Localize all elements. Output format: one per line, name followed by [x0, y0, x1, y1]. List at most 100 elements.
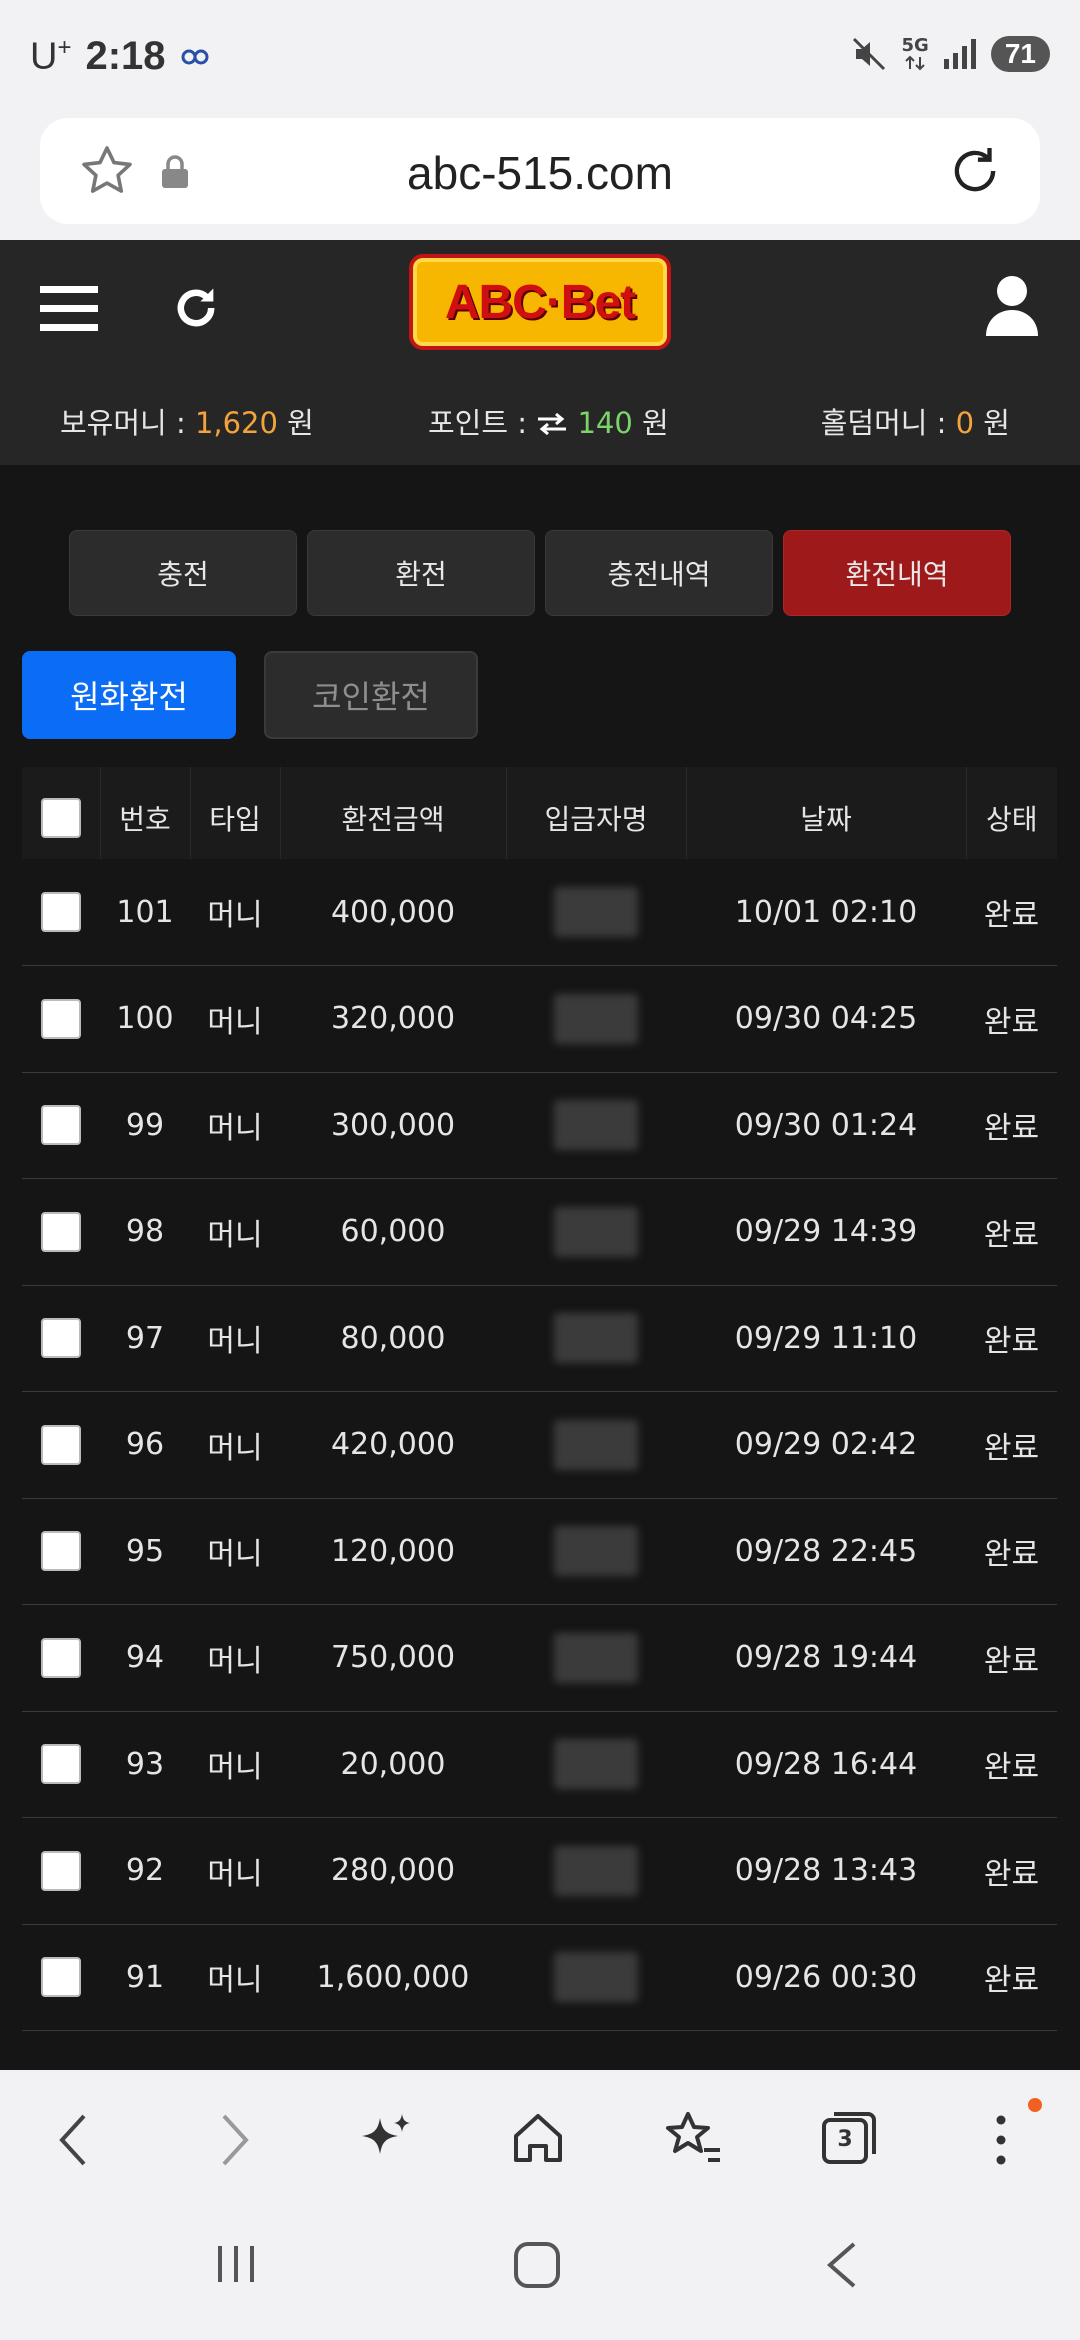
- row-status: 완료: [983, 1430, 1040, 1466]
- row-checkbox[interactable]: [41, 1850, 81, 1891]
- row-status: 완료: [983, 1004, 1040, 1040]
- row-status: 완료: [983, 1217, 1040, 1253]
- row-date: 09/26 00:30: [734, 1959, 918, 1995]
- row-checkbox[interactable]: [41, 1744, 81, 1785]
- row-date: 09/30 04:25: [734, 1001, 918, 1037]
- redacted-name: [554, 1419, 638, 1470]
- status-bar: U+ 2:18 5G 71: [0, 0, 1080, 118]
- tab-deposit[interactable]: 충전: [69, 530, 297, 616]
- recents-icon[interactable]: [212, 2240, 260, 2288]
- exchange-icon[interactable]: [536, 412, 568, 436]
- checkbox-cell: [22, 1498, 100, 1605]
- data-arrows-icon: [905, 55, 925, 71]
- subtab-won-withdraw[interactable]: 원화환전: [22, 651, 236, 739]
- table-row: 98 머니 60,000 09/29 14:39 완료: [22, 1179, 1057, 1286]
- user-icon[interactable]: [984, 274, 1040, 338]
- row-status: 완료: [983, 898, 1040, 933]
- checkbox-cell: [22, 1605, 100, 1712]
- address-bar[interactable]: abc-515.com: [40, 118, 1040, 224]
- site-logo[interactable]: ABC·Bet: [409, 254, 671, 350]
- tab-deposit-history[interactable]: 충전내역: [545, 530, 773, 616]
- bookmark-icon[interactable]: [664, 2110, 724, 2166]
- header-amount: 환전금액: [280, 767, 507, 859]
- back-icon[interactable]: [54, 2110, 94, 2170]
- withdraw-history-table: 번호 타입 환전금액 입금자명 날짜 상태 101 머니 400,000 10/01 …: [22, 767, 1057, 2031]
- row-status: 완료: [983, 1963, 1040, 1999]
- tab-withdraw-history[interactable]: 환전내역: [783, 530, 1011, 616]
- row-type: 머니: [207, 1963, 263, 1999]
- row-depositor: [506, 1605, 686, 1712]
- checkbox-cell: [22, 859, 100, 966]
- row-type: 머니: [207, 1856, 263, 1892]
- row-amount: 750,000: [330, 1640, 456, 1676]
- row-date: 09/28 19:44: [734, 1640, 918, 1676]
- row-checkbox[interactable]: [41, 892, 81, 932]
- network-indicator: 5G: [902, 37, 929, 71]
- row-date: 09/30 01:24: [734, 1107, 918, 1143]
- home-button-icon[interactable]: [512, 2240, 562, 2290]
- subtab-coin-withdraw[interactable]: 코인환전: [264, 651, 478, 739]
- sparkle-icon[interactable]: [358, 2110, 414, 2166]
- row-amount: 400,000: [330, 894, 456, 930]
- checkbox-cell: [22, 1285, 100, 1392]
- system-back-icon[interactable]: [822, 2240, 862, 2290]
- checkbox-cell: [22, 1711, 100, 1818]
- row-date: 09/29 14:39: [734, 1214, 918, 1250]
- browser-bottom-nav: 3: [0, 2070, 1080, 2210]
- row-date: 09/29 11:10: [734, 1320, 918, 1356]
- battery-indicator: 71: [990, 36, 1050, 72]
- row-checkbox[interactable]: [41, 1637, 81, 1678]
- status-time: 2:18: [85, 34, 166, 78]
- row-number: 95: [125, 1533, 165, 1569]
- money-balance: 보유머니 : 1,620 원: [60, 406, 314, 440]
- select-all-checkbox[interactable]: [40, 797, 81, 838]
- row-type: 머니: [207, 1750, 263, 1786]
- table-row: 92 머니 280,000 09/28 13:43 완료: [22, 1818, 1057, 1924]
- redacted-name: [554, 1313, 638, 1364]
- row-depositor: [506, 1072, 686, 1179]
- url-text[interactable]: abc-515.com: [40, 146, 1040, 200]
- more-icon[interactable]: [986, 2110, 1016, 2170]
- row-status: 완료: [983, 1856, 1040, 1892]
- tabs-icon[interactable]: 3: [820, 2110, 880, 2166]
- row-checkbox[interactable]: [41, 1531, 81, 1572]
- main-content: 충전 환전 충전내역 환전내역 원화환전 코인환전 번호 타입 환전금액 입금자…: [0, 465, 1080, 2070]
- row-date: 09/29 02:42: [734, 1427, 918, 1463]
- tab-count: 3: [837, 2127, 853, 2152]
- row-checkbox[interactable]: [41, 998, 81, 1039]
- home-icon[interactable]: [510, 2110, 566, 2166]
- row-depositor: [506, 1711, 686, 1818]
- row-checkbox[interactable]: [41, 1424, 81, 1465]
- row-number: 92: [125, 1853, 165, 1889]
- redacted-name: [554, 887, 638, 937]
- row-date: 10/01 02:10: [734, 894, 918, 930]
- row-status: 완료: [983, 1537, 1040, 1573]
- forward-icon[interactable]: [214, 2110, 254, 2170]
- notification-dot: [1028, 2098, 1042, 2112]
- row-date: 09/28 13:43: [734, 1853, 918, 1889]
- checkbox-cell: [22, 1179, 100, 1286]
- row-checkbox[interactable]: [41, 1211, 81, 1252]
- row-depositor: [506, 1498, 686, 1605]
- row-number: 96: [125, 1427, 165, 1463]
- row-number: 98: [125, 1214, 165, 1250]
- row-amount: 280,000: [330, 1853, 456, 1889]
- tab-withdraw[interactable]: 환전: [307, 530, 535, 616]
- menu-icon[interactable]: [40, 284, 98, 334]
- row-checkbox[interactable]: [41, 1318, 81, 1359]
- row-checkbox[interactable]: [41, 1957, 81, 1998]
- table-row: 94 머니 750,000 09/28 19:44 완료: [22, 1605, 1057, 1712]
- row-type: 머니: [207, 1430, 263, 1466]
- carrier-label: U+: [30, 34, 72, 78]
- reload-icon[interactable]: [946, 142, 1004, 200]
- header-date: 날짜: [686, 767, 967, 859]
- select-all-cell: [22, 767, 101, 859]
- row-checkbox[interactable]: [41, 1105, 81, 1146]
- redacted-name: [554, 1739, 638, 1790]
- row-amount: 60,000: [340, 1214, 446, 1250]
- refresh-icon[interactable]: [170, 282, 222, 334]
- checkbox-cell: [22, 1392, 100, 1499]
- row-amount: 320,000: [330, 1001, 456, 1037]
- row-depositor: [506, 1285, 686, 1392]
- row-date: 09/28 16:44: [734, 1746, 918, 1782]
